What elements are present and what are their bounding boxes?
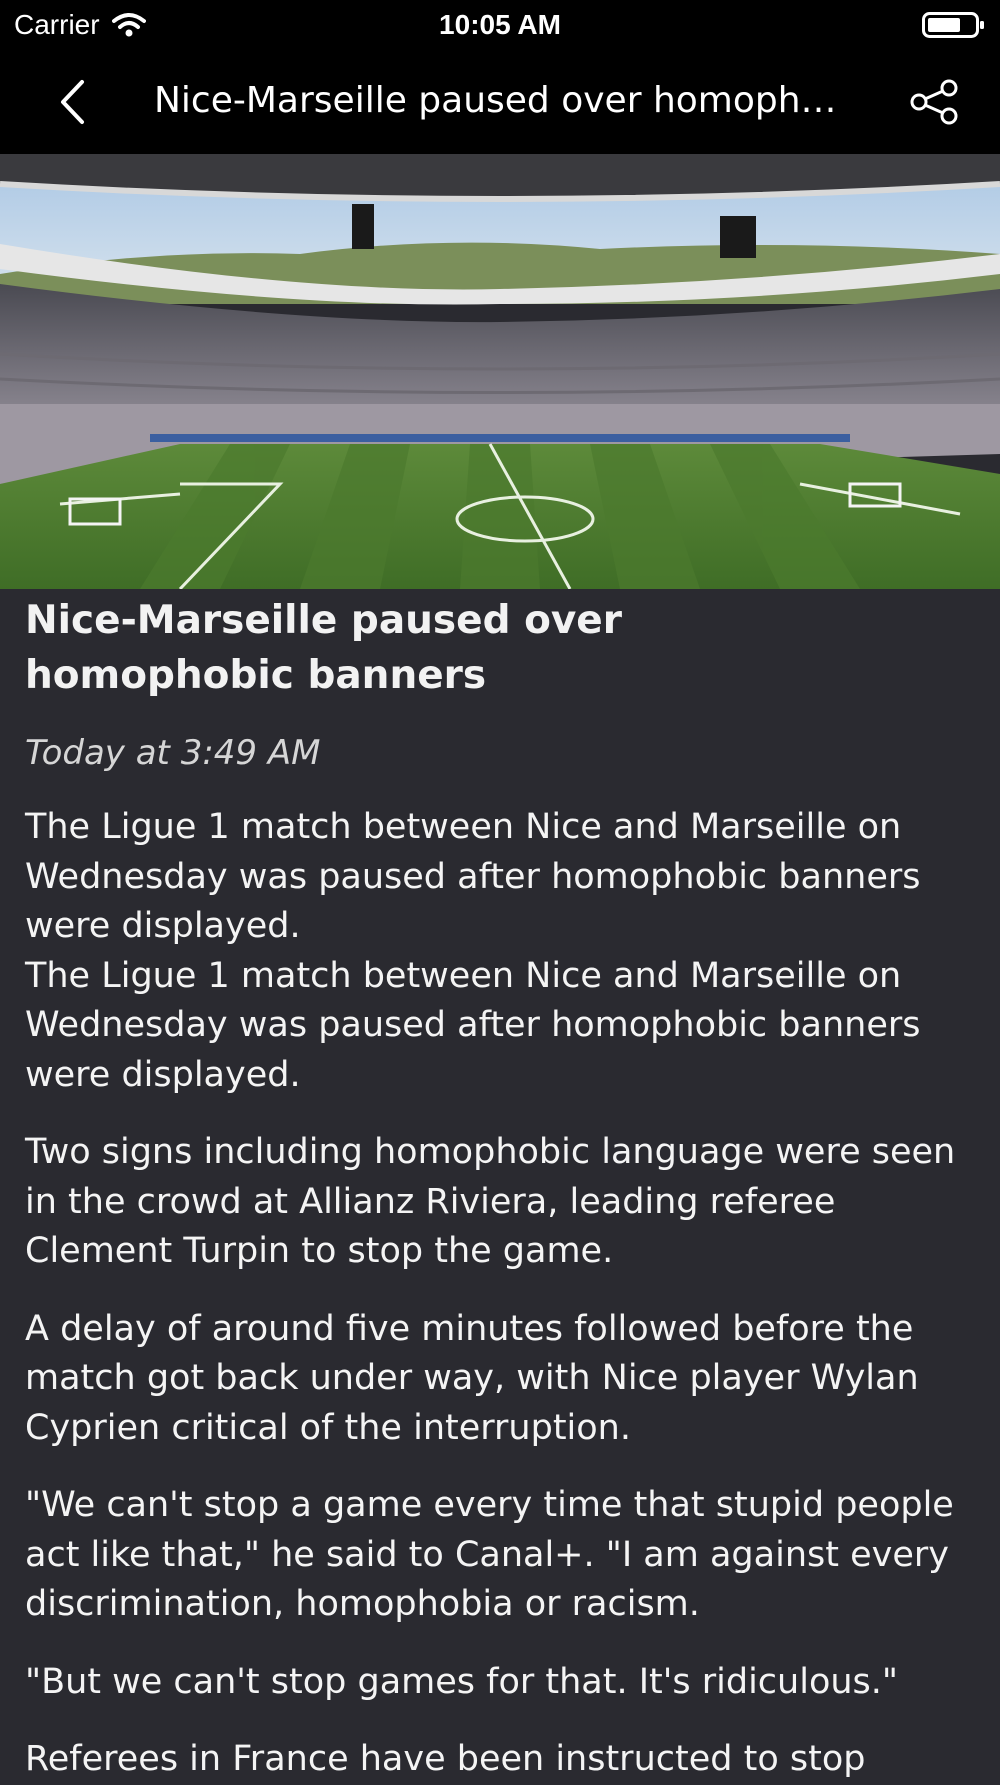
- article: Nice-Marseille paused over homophobic ba…: [25, 589, 975, 1785]
- navigation-bar: Nice-Marseille paused over homophobi...: [0, 50, 1000, 154]
- status-bar: Carrier 10:05 AM: [0, 0, 1000, 50]
- status-time: 10:05 AM: [439, 9, 561, 40]
- share-button[interactable]: [906, 76, 962, 128]
- chevron-left-icon: [61, 80, 84, 124]
- hero-image: [0, 154, 1000, 589]
- article-paragraph: "But we can't stop games for that. It's …: [25, 1661, 899, 1702]
- article-headline: Nice-Marseille paused over homophobic ba…: [25, 598, 622, 698]
- share-icon: [910, 79, 958, 125]
- article-timestamp: Today at 3:49 AM: [25, 733, 321, 773]
- back-button[interactable]: [40, 70, 104, 134]
- article-paragraph: The Ligue 1 match between Nice and Marse…: [25, 955, 921, 1095]
- article-paragraph: The Ligue 1 match between Nice and Marse…: [25, 807, 921, 946]
- article-paragraph: A delay of around five minutes followed …: [25, 1308, 919, 1448]
- article-paragraph: "We can't stop a game every time that st…: [25, 1485, 954, 1624]
- battery-icon: [922, 12, 984, 38]
- article-paragraph: Referees in France have been instructed …: [25, 1739, 866, 1779]
- stadium-photo: [0, 154, 1000, 589]
- article-paragraph: Two signs including homophobic language …: [25, 1132, 956, 1271]
- nav-title: Nice-Marseille paused over homophobi...: [154, 80, 854, 121]
